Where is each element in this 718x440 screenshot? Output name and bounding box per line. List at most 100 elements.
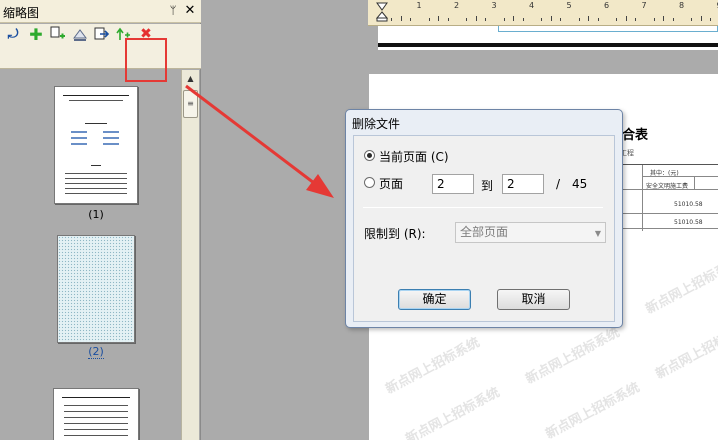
thumbnail-panel-title: 缩略图 — [3, 6, 40, 20]
page-range-radio[interactable] — [364, 177, 375, 188]
dialog-separator — [363, 207, 603, 208]
ruler-number: 1 — [416, 1, 422, 10]
thumb-line — [65, 183, 127, 184]
ruler-tick — [438, 16, 440, 21]
thumb-line — [65, 173, 127, 174]
thumbnail-list: (1) (2) — [0, 70, 180, 440]
ruler-tick — [503, 18, 505, 21]
ruler-number: 2 — [454, 1, 460, 10]
ruler-tick — [635, 18, 637, 21]
ruler-number: 5 — [566, 1, 572, 10]
ruler-tick — [691, 18, 693, 21]
delete-pages-dialog: 删除文件 — [345, 109, 623, 328]
page-thumbnail-label: (2) — [0, 345, 192, 359]
previous-page-bottom — [378, 26, 718, 50]
total-pages: 45 — [572, 177, 588, 191]
insert-page-icon-graphic — [50, 26, 65, 39]
ruler-tick — [522, 18, 524, 21]
ruler-tick — [550, 16, 552, 21]
ruler-tick — [428, 18, 430, 21]
thumb-blue-line — [71, 131, 87, 133]
thumbnail-panel-titlebar: 缩略图 ᛘ ✕ — [0, 0, 201, 23]
thumb-line — [64, 405, 128, 406]
current-page-label[interactable]: 当前页面 (C) — [379, 148, 449, 165]
close-icon[interactable]: ✕ — [183, 3, 197, 19]
insert-page-icon[interactable] — [49, 25, 67, 43]
ruler-indent-marker[interactable] — [376, 2, 388, 22]
page-thumbnail-2[interactable] — [57, 235, 135, 343]
ok-button[interactable]: 确定 — [398, 289, 471, 310]
ruler-tick — [391, 18, 393, 21]
ruler-tick — [475, 16, 477, 21]
thumb-line — [65, 193, 127, 194]
thumb-blue-line — [71, 143, 87, 145]
thumb-blue-line — [103, 137, 119, 139]
ruler-tick — [485, 18, 487, 21]
ruler-tick — [710, 18, 712, 21]
ruler-tick — [410, 18, 412, 21]
limit-to-select[interactable]: 全部页面 ▼ — [455, 222, 606, 243]
thumb-blue-line — [71, 137, 87, 139]
page-thumbnail-label-selected: (2) — [88, 345, 104, 359]
thumbnail-scrollbar[interactable]: ▲ ≡ — [181, 70, 199, 440]
extract-page-icon[interactable] — [93, 25, 111, 43]
to-page-input[interactable]: 2 — [502, 174, 544, 194]
erase-icon[interactable] — [71, 25, 89, 43]
rotate-page-icon[interactable]: ⤾ — [4, 25, 22, 43]
ruler-number: 4 — [529, 1, 535, 10]
dialog-title: 删除文件 — [352, 117, 401, 131]
ruler-tick — [560, 18, 562, 21]
table-line — [622, 189, 718, 190]
thumb-blue-line — [103, 131, 119, 133]
ruler-tick — [672, 18, 674, 21]
ruler-number: 6 — [604, 1, 610, 10]
table-line — [642, 176, 718, 177]
page-rule-bar — [378, 43, 718, 47]
ruler-tick — [625, 16, 627, 21]
thumb-line — [64, 429, 128, 430]
ruler-tick — [578, 18, 580, 21]
thumbnail-panel: 缩略图 ᛘ ✕ ⤾ ✚ ✖ (1) (2) ▲ ≡ — [0, 0, 201, 440]
scroll-up-icon[interactable]: ▲ — [182, 70, 199, 87]
thumb-line — [64, 423, 128, 424]
table-line — [622, 213, 718, 214]
thumb-blue-line — [103, 143, 119, 145]
dropdown-arrow-icon: ▼ — [594, 229, 601, 238]
document-heading: 合表 — [622, 128, 649, 143]
thumb-line — [64, 417, 128, 418]
to-label: 到 — [481, 179, 494, 193]
pin-icon[interactable]: ᛘ — [166, 3, 180, 19]
page-thumbnail-1[interactable] — [54, 86, 138, 204]
ruler-tick — [588, 16, 590, 21]
table-value-2: 51010.58 — [674, 219, 703, 226]
ruler-tick — [700, 16, 702, 21]
page-thumbnail-label: (1) — [88, 208, 104, 221]
page-frame-line — [498, 26, 718, 32]
ruler-tick — [663, 16, 665, 21]
scrollbar-thumb[interactable]: ≡ — [183, 90, 198, 118]
ruler-tick — [653, 18, 655, 21]
erase-icon-graphic — [73, 29, 87, 41]
ruler-tick — [513, 16, 515, 21]
from-page-input[interactable]: 2 — [432, 174, 474, 194]
thumb-line — [69, 100, 123, 101]
page-thumbnail-3[interactable] — [53, 388, 139, 440]
ruler-number: 3 — [491, 1, 497, 10]
document-table: 其中：(元) 安全文明施工费 51010.58 51010.58 — [622, 164, 718, 231]
slash-separator: / — [556, 177, 561, 191]
table-value-1: 51010.58 — [674, 201, 703, 208]
add-page-icon[interactable]: ✚ — [27, 25, 45, 44]
thumb-line — [64, 411, 128, 412]
table-line — [622, 228, 718, 229]
ruler-number: 7 — [641, 1, 647, 10]
current-page-radio[interactable] — [364, 150, 375, 161]
extract-page-icon-graphic — [94, 27, 110, 40]
cancel-button[interactable]: 取消 — [497, 289, 570, 310]
ruler-tick — [541, 18, 543, 21]
thumb-line — [63, 95, 129, 96]
table-vline — [694, 176, 695, 189]
limit-to-label: 限制到 (R): — [364, 227, 426, 241]
ruler-number: 8 — [679, 1, 685, 10]
page-range-label[interactable]: 页面 — [379, 175, 403, 192]
limit-to-value: 全部页面 — [460, 225, 509, 239]
